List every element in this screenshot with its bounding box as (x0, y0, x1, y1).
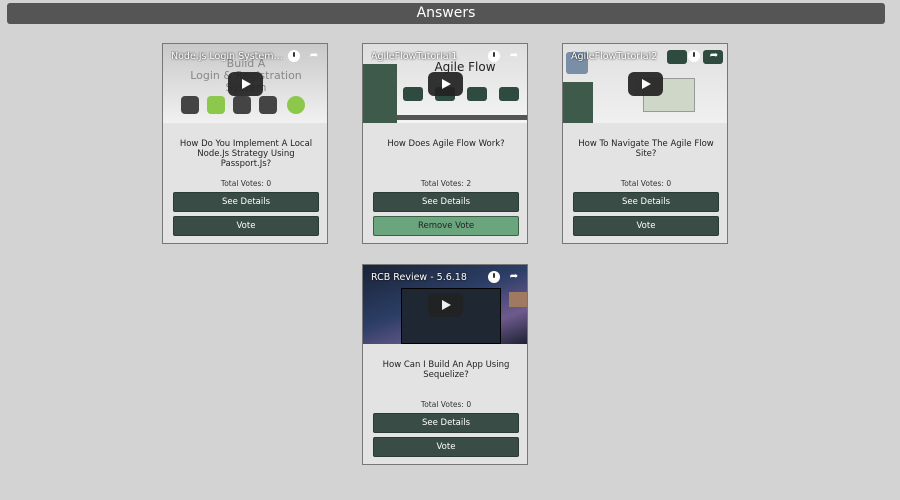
play-icon[interactable] (228, 72, 263, 96)
answer-card: RCB Review - 5.6.18 ➦ How Can I Build An… (362, 264, 528, 465)
answer-card: Agile Flow AgileFlowTutorial1 ➦ How Does… (362, 43, 528, 244)
remove-vote-button[interactable]: Remove Vote (373, 216, 519, 236)
node-logo-letter (287, 96, 305, 114)
see-details-button[interactable]: See Details (373, 192, 519, 212)
share-icon[interactable]: ➦ (508, 50, 520, 62)
answer-card: AgileFlowTutorial2 ➦ How To Navigate The… (562, 43, 728, 244)
node-logo-letter (233, 96, 251, 114)
thumbnail-sidebar (563, 82, 593, 123)
page-header: Answers (7, 3, 885, 24)
node-logo-letter (259, 96, 277, 114)
video-title[interactable]: Node.js Login System Wit... (171, 51, 286, 62)
play-icon[interactable] (428, 72, 463, 96)
share-icon[interactable]: ➦ (508, 271, 520, 283)
play-icon[interactable] (628, 72, 663, 96)
thumbnail-text: Agile Flow (434, 60, 496, 74)
vote-button[interactable]: Vote (173, 216, 319, 236)
vote-button[interactable]: Vote (573, 216, 719, 236)
thumbnail-icon (467, 87, 487, 101)
question-text: How Do You Implement A Local Node.Js Str… (179, 139, 313, 169)
answer-card: Build A Login & Registration System Node… (162, 43, 328, 244)
vote-count: Total Votes: 0 (420, 400, 472, 409)
video-title[interactable]: AgileFlowTutorial2 (571, 51, 681, 62)
vote-count: Total Votes: 0 (220, 179, 272, 188)
video-title[interactable]: RCB Review - 5.6.18 (371, 272, 486, 283)
question-text: How To Navigate The Agile Flow Site? (578, 139, 714, 159)
share-icon[interactable]: ➦ (308, 50, 320, 62)
vote-count: Total Votes: 0 (620, 179, 672, 188)
share-icon[interactable]: ➦ (708, 50, 720, 62)
question-text: How Can I Build An App Using Sequelize? (382, 360, 510, 380)
video-thumbnail[interactable]: AgileFlowTutorial2 ➦ (563, 44, 727, 123)
thumbnail-icon (403, 87, 423, 101)
thumbnail-icon (499, 87, 519, 101)
video-thumbnail[interactable]: Agile Flow AgileFlowTutorial1 ➦ (363, 44, 527, 123)
node-logo-letter (181, 96, 199, 114)
play-icon[interactable] (428, 293, 463, 317)
thumbnail-bar (397, 115, 527, 120)
node-logo-letter (207, 96, 225, 114)
see-details-button[interactable]: See Details (373, 413, 519, 433)
question-text: How Does Agile Flow Work? (387, 139, 505, 149)
thumbnail-webcam (509, 292, 527, 307)
video-thumbnail[interactable]: RCB Review - 5.6.18 ➦ (363, 265, 527, 344)
watch-later-icon[interactable] (488, 50, 500, 62)
watch-later-icon[interactable] (688, 50, 700, 62)
see-details-button[interactable]: See Details (173, 192, 319, 212)
video-thumbnail[interactable]: Build A Login & Registration System Node… (163, 44, 327, 123)
watch-later-icon[interactable] (488, 271, 500, 283)
see-details-button[interactable]: See Details (573, 192, 719, 212)
vote-button[interactable]: Vote (373, 437, 519, 457)
vote-count: Total Votes: 2 (420, 179, 472, 188)
page-title: Answers (416, 5, 476, 21)
watch-later-icon[interactable] (288, 50, 300, 62)
video-title[interactable]: AgileFlowTutorial1 (371, 51, 486, 62)
thumbnail-sidebar (363, 64, 397, 123)
